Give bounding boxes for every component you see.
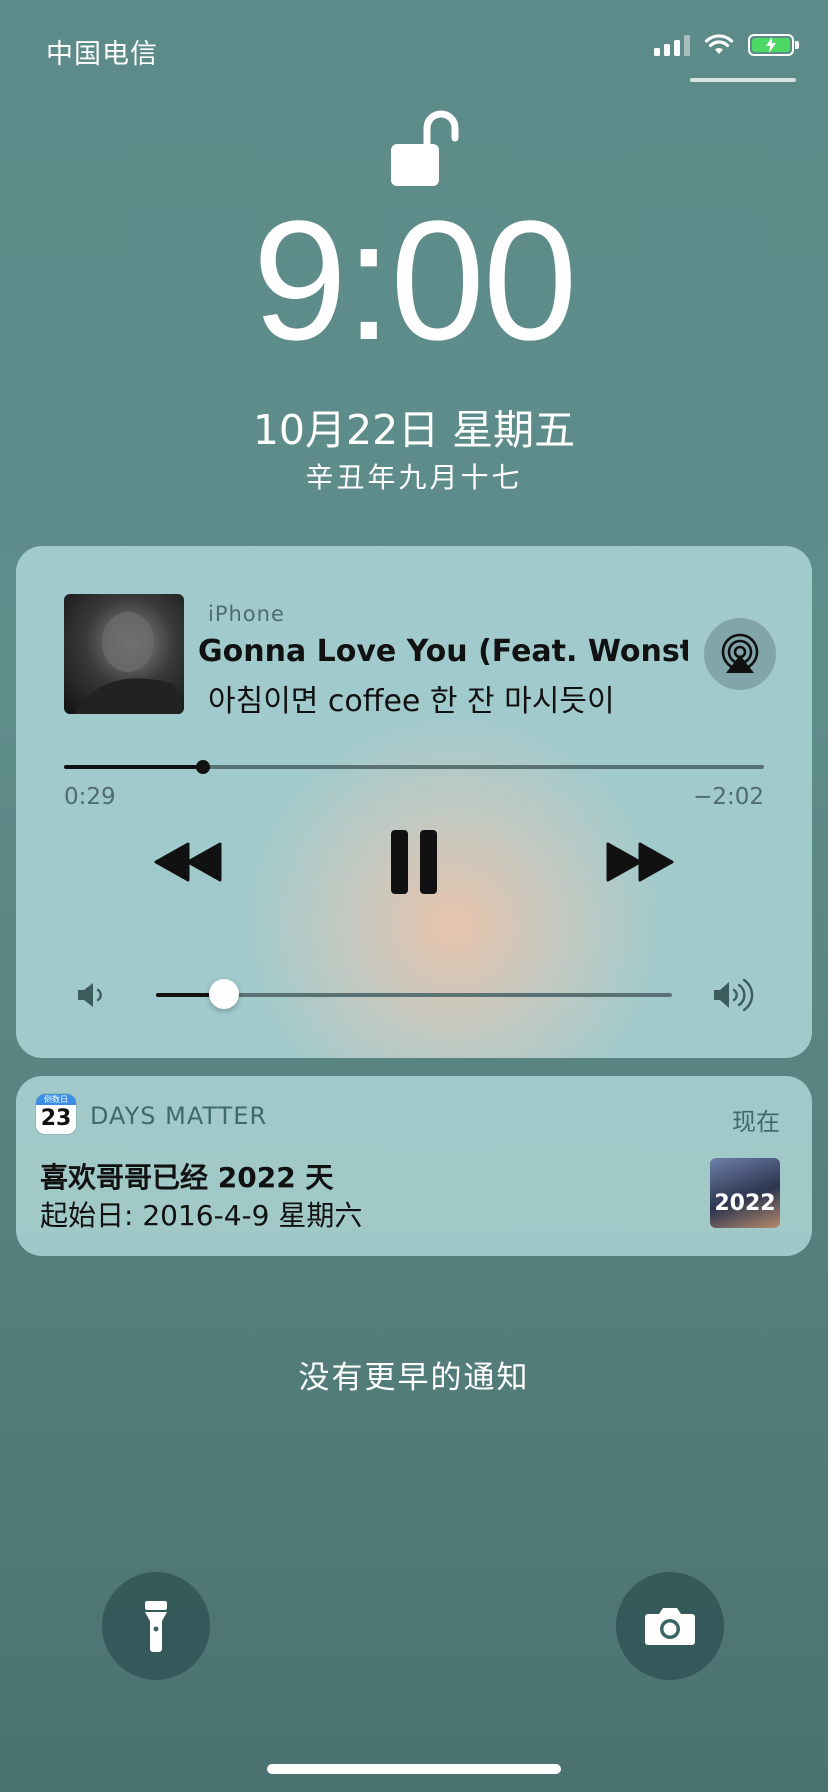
date-label: 10月22日 星期五: [252, 406, 576, 454]
song-title: Gonna Love You (Feat. Wonste: [198, 634, 688, 669]
elapsed-time: 0:29: [64, 784, 116, 810]
volume-slider-knob[interactable]: [209, 979, 239, 1009]
wifi-icon: [704, 34, 734, 54]
app-icon-header: 倒数日: [36, 1094, 76, 1105]
carrier-label: 中国电信: [46, 39, 158, 70]
notification-thumbnail-text: 2022: [714, 1191, 776, 1216]
remaining-time: −2:02: [693, 784, 764, 810]
volume-high-icon: [714, 978, 754, 1012]
artist-lyric-line: 아침이면 coffee 한 잔 마시듯이: [208, 684, 615, 719]
volume-low-icon: [78, 983, 102, 1007]
pause-button[interactable]: [389, 828, 439, 896]
home-indicator[interactable]: [267, 1764, 561, 1774]
notification-body: 起始日: 2016-4-9 星期六: [40, 1199, 363, 1232]
notification-app-name: DAYS MATTER: [90, 1102, 268, 1130]
days-matter-app-icon: 倒数日 23: [36, 1094, 76, 1134]
control-center-indicator[interactable]: [690, 78, 796, 82]
fast-forward-button[interactable]: [604, 842, 674, 882]
battery-icon: [748, 34, 799, 56]
status-icons: [654, 34, 799, 56]
camera-button[interactable]: [616, 1572, 724, 1680]
airplay-button[interactable]: [704, 618, 776, 690]
airplay-icon: [721, 633, 759, 673]
notification-time: 现在: [732, 1108, 780, 1136]
now-playing-widget[interactable]: iPhone Gonna Love You (Feat. Wonste 아침이면…: [16, 546, 812, 1058]
output-device-label: iPhone: [208, 602, 285, 626]
camera-icon: [645, 1608, 695, 1645]
playback-progress-track[interactable]: [64, 765, 764, 769]
notification-title: 喜欢哥哥已经 2022 天: [40, 1161, 334, 1194]
cellular-signal-icon: [654, 34, 690, 56]
notification-thumbnail: 2022: [710, 1158, 780, 1228]
lunar-date-label: 辛丑年九月十七: [305, 461, 523, 494]
clock-time: 9:00: [252, 186, 578, 376]
app-icon-day: 23: [40, 1106, 72, 1131]
playback-scrubber-knob[interactable]: [196, 760, 210, 774]
album-artwork[interactable]: [64, 594, 184, 714]
flashlight-icon: [145, 1601, 167, 1652]
rewind-button[interactable]: [154, 842, 224, 882]
days-matter-notification[interactable]: 倒数日 23 DAYS MATTER 现在 喜欢哥哥已经 2022 天 起始日:…: [16, 1076, 812, 1256]
no-older-notifications-label: 没有更早的通知: [298, 1360, 530, 1396]
unlocked-padlock-icon: [391, 110, 459, 186]
flashlight-button[interactable]: [102, 1572, 210, 1680]
